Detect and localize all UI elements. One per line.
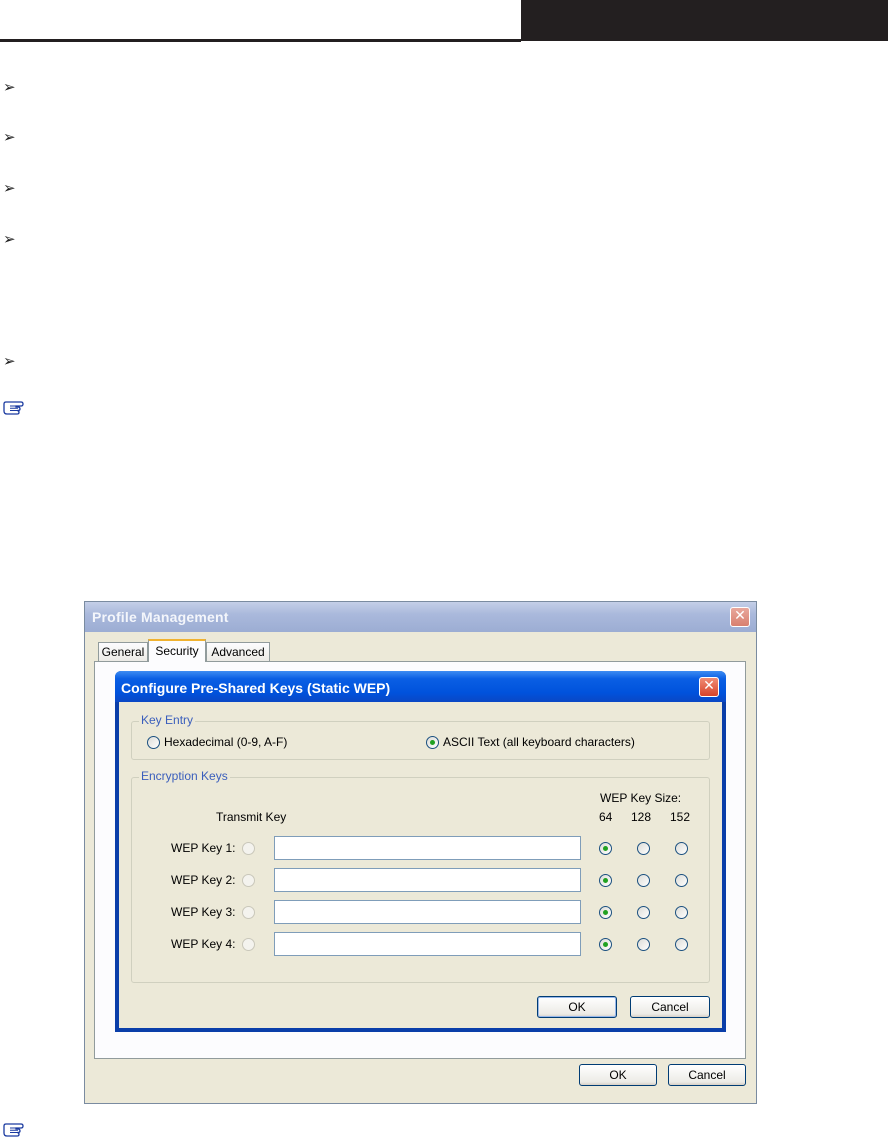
transmit-key-1-radio[interactable] [242,842,255,855]
wep-key-1-label: WEP Key 1: [171,841,236,855]
wep-key-4-size-64-radio[interactable] [599,938,612,951]
wep-key-3-size-152-radio[interactable] [675,906,688,919]
close-icon: ✕ [734,608,746,624]
window-ok-button[interactable]: OK [579,1064,657,1086]
wep-key-1-size-152-radio[interactable] [675,842,688,855]
pointing-hand-icon [3,1123,24,1137]
tab-general[interactable]: General [98,642,148,661]
page-header-rule [0,39,521,42]
hexadecimal-radio[interactable] [147,736,160,749]
configure-keys-dialog: Configure Pre-Shared Keys (Static WEP) ✕… [115,671,726,1032]
key-size-64-header: 64 [599,810,613,824]
bullet-arrow-icon: ➢ [3,179,16,197]
key-size-152-header: 152 [670,810,691,824]
dialog-titlebar[interactable]: Configure Pre-Shared Keys (Static WEP) ✕ [115,671,726,702]
transmit-key-header: Transmit Key [216,810,287,824]
wep-key-2-size-64-radio[interactable] [599,874,612,887]
window-title: Profile Management [92,609,229,625]
wep-key-2-size-152-radio[interactable] [675,874,688,887]
wep-key-4-size-128-radio[interactable] [637,938,650,951]
tab-advanced[interactable]: Advanced [206,642,270,661]
wep-key-4-size-152-radio[interactable] [675,938,688,951]
window-titlebar[interactable]: Profile Management ✕ [85,602,756,632]
wep-key-4-field[interactable] [274,932,581,956]
dialog-cancel-button[interactable]: Cancel [630,996,710,1018]
wep-key-3-size-128-radio[interactable] [637,906,650,919]
wep-key-3-label: WEP Key 3: [171,905,236,919]
ascii-text-radio[interactable] [426,736,439,749]
wep-key-1-size-128-radio[interactable] [637,842,650,855]
dialog-title: Configure Pre-Shared Keys (Static WEP) [121,680,391,696]
bullet-arrow-icon: ➢ [3,128,16,146]
hexadecimal-label[interactable]: Hexadecimal (0-9, A-F) [164,735,287,749]
pointing-hand-icon [3,401,24,415]
window-cancel-button[interactable]: Cancel [668,1064,746,1086]
dialog-close-button[interactable]: ✕ [699,677,719,697]
bullet-arrow-icon: ➢ [3,352,16,370]
wep-key-2-label: WEP Key 2: [171,873,236,887]
bullet-arrow-icon: ➢ [3,230,16,248]
window-close-button[interactable]: ✕ [730,607,750,627]
tab-security[interactable]: Security [148,639,206,662]
wep-key-2-field[interactable] [274,868,581,892]
transmit-key-3-radio[interactable] [242,906,255,919]
wep-key-1-field[interactable] [274,836,581,860]
transmit-key-4-radio[interactable] [242,938,255,951]
transmit-key-2-radio[interactable] [242,874,255,887]
wep-key-3-field[interactable] [274,900,581,924]
close-icon: ✕ [703,678,715,694]
wep-key-size-header: WEP Key Size: [600,791,682,805]
wep-key-1-size-64-radio[interactable] [599,842,612,855]
dialog-body: Key Entry Hexadecimal (0-9, A-F) ASCII T… [119,702,722,1028]
wep-key-3-size-64-radio[interactable] [599,906,612,919]
encryption-keys-legend: Encryption Keys [139,769,230,783]
page-header-left [0,0,521,40]
wep-key-4-label: WEP Key 4: [171,937,236,951]
ascii-text-label[interactable]: ASCII Text (all keyboard characters) [443,735,635,749]
wep-key-2-size-128-radio[interactable] [637,874,650,887]
dialog-ok-button[interactable]: OK [537,996,617,1018]
bullet-arrow-icon: ➢ [3,78,16,96]
page-header-bar [521,0,888,41]
key-entry-legend: Key Entry [139,713,196,727]
key-size-128-header: 128 [631,810,652,824]
